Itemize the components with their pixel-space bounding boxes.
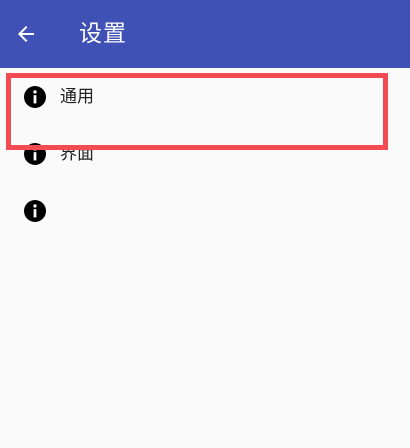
arrow-left-icon — [18, 26, 34, 42]
info-icon — [24, 86, 46, 108]
settings-list: 通用 界面 — [0, 68, 410, 239]
back-button[interactable] — [8, 14, 44, 54]
settings-item-label: 界面 — [60, 144, 94, 164]
info-icon — [24, 143, 46, 165]
settings-item-interface[interactable]: 界面 — [0, 125, 410, 182]
app-bar: 设置 — [0, 0, 410, 68]
settings-item-unlabeled[interactable] — [0, 182, 410, 239]
info-icon — [24, 200, 46, 222]
settings-screen: 设置 通用 界面 — [0, 0, 410, 448]
settings-item-label: 通用 — [60, 87, 94, 107]
page-title: 设置 — [79, 21, 127, 47]
settings-item-general[interactable]: 通用 — [0, 68, 410, 125]
